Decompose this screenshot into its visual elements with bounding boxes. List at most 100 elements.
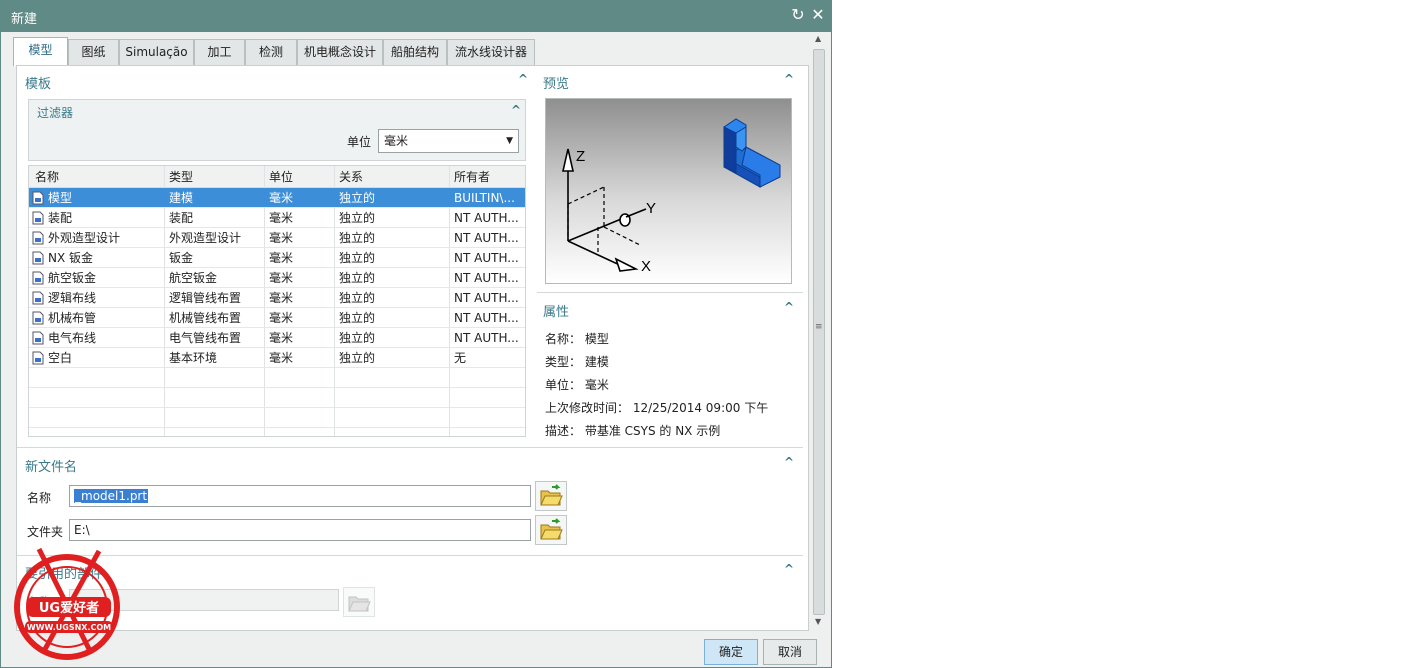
template-collapse-icon[interactable]: ^ [518,72,528,86]
tab-mechatronics[interactable]: 机电概念设计 [297,39,383,65]
title-bar: 新建 ↻ ✕ [1,1,831,32]
folder-icon [348,596,371,612]
reset-icon[interactable]: ↻ [789,5,807,25]
grip-icon: ≡ [815,322,823,332]
properties-section-title: 属性 [543,305,570,320]
property-modified: 上次修改时间： 12/25/2014 09:00 下午 [545,401,769,415]
cell-relation: 独立的 [339,311,376,325]
new-file-dialog: 新建 ↻ ✕ 模型 图纸 Simulação 加工 检测 机电概念设计 船舶结构… [0,0,832,668]
file-name-value: _model1.prt [74,489,149,503]
cell-unit: 毫米 [269,251,294,265]
table-row[interactable]: 外观造型设计 外观造型设计 毫米 独立的 NT AUTH... [29,228,525,248]
cell-name: 逻辑布线 [48,291,97,305]
assembly-icon [31,211,45,225]
tab-manufacturing[interactable]: 加工 [194,39,245,65]
table-row[interactable]: 空白 基本环境 毫米 独立的 无 [29,348,525,368]
cell-unit: 毫米 [269,191,294,205]
tab-line-designer[interactable]: 流水线设计器 [447,39,535,65]
table-header: 名称 类型 单位 关系 所有者 [29,166,525,188]
tab-ship-structure[interactable]: 船舶结构 [383,39,447,65]
properties-collapse-icon[interactable]: ^ [784,300,794,314]
cell-owner: 无 [454,351,467,365]
folder-value: E:\ [74,523,90,537]
cell-type: 装配 [169,211,194,225]
divider [17,555,803,556]
new-file-section-title: 新文件名 [25,460,78,475]
axis-x-label: X [641,258,651,275]
tab-inspection[interactable]: 检测 [245,39,297,65]
tab-simulation[interactable]: Simulação [119,39,194,65]
property-type: 类型： 建模 [545,355,609,369]
cell-relation: 独立的 [339,251,376,265]
browse-folder-button[interactable] [535,515,567,545]
unit-select-value: 毫米 [384,134,409,148]
filter-collapse-icon[interactable]: ^ [511,103,521,117]
model-block-icon [723,118,781,188]
cell-owner: NT AUTH... [454,211,519,225]
cell-type: 电气管线布置 [169,331,242,345]
cell-name: 机械布管 [48,311,97,325]
referenced-collapse-icon[interactable]: ^ [784,562,794,576]
empty-table-row [29,388,525,408]
cell-owner: BUILTIN\... [454,191,515,205]
col-relation-header[interactable]: 关系 [339,167,363,187]
col-name-header[interactable]: 名称 [35,167,59,187]
close-icon[interactable]: ✕ [809,5,827,25]
aero-sheet-metal-icon [31,271,45,285]
preview-collapse-icon[interactable]: ^ [784,72,794,86]
vertical-scrollbar[interactable]: ▲ ≡ ▼ [811,32,828,632]
cell-unit: 毫米 [269,331,294,345]
cancel-button[interactable]: 取消 [763,639,817,665]
cell-owner: NT AUTH... [454,271,519,285]
tab-model[interactable]: 模型 [13,37,68,66]
folder-label: 文件夹 [27,525,64,539]
logical-routing-icon [31,291,45,305]
cell-owner: NT AUTH... [454,291,519,305]
cell-name: 电气布线 [48,331,97,345]
table-row[interactable]: 航空钣金 航空钣金 毫米 独立的 NT AUTH... [29,268,525,288]
table-row[interactable]: NX 钣金 钣金 毫米 独立的 NT AUTH... [29,248,525,268]
tab-drawing[interactable]: 图纸 [68,39,119,65]
ugsnx-watermark-logo: UG爱好者 WWW.UGSNX.COM [14,547,120,660]
cell-type: 建模 [169,191,194,205]
ok-button[interactable]: 确定 [704,639,758,665]
cell-unit: 毫米 [269,291,294,305]
dialog-title: 新建 [11,12,38,27]
csys-preview-graphic: Z Y X [561,118,781,275]
preview-image: Z Y X [545,98,792,284]
cell-name: 外观造型设计 [48,231,121,245]
shape-studio-icon [31,231,45,245]
cell-relation: 独立的 [339,351,376,365]
col-owner-header[interactable]: 所有者 [454,167,490,187]
new-file-collapse-icon[interactable]: ^ [784,455,794,469]
blank-file-icon [31,351,45,365]
watermark-brand: UG爱好者 [39,600,99,616]
scroll-down-icon[interactable]: ▼ [815,617,821,626]
scroll-thumb[interactable]: ≡ [813,49,825,615]
cell-relation: 独立的 [339,231,376,245]
axis-y-label: Y [646,200,656,217]
unit-select[interactable]: 毫米 ▼ [378,129,519,153]
table-row[interactable]: 模型 建模 毫米 独立的 BUILTIN\... [29,188,525,208]
table-row[interactable]: 机械布管 机械管线布置 毫米 独立的 NT AUTH... [29,308,525,328]
cell-relation: 独立的 [339,211,376,225]
browse-name-button[interactable] [535,481,567,511]
cell-relation: 独立的 [339,271,376,285]
model-icon [31,191,45,205]
folder-input[interactable]: E:\ [69,519,531,541]
scroll-up-icon[interactable]: ▲ [815,34,821,43]
table-row[interactable]: 装配 装配 毫米 独立的 NT AUTH... [29,208,525,228]
filter-title: 过滤器 [37,106,74,120]
col-type-header[interactable]: 类型 [169,167,193,187]
col-unit-header[interactable]: 单位 [269,167,293,187]
property-description: 描述： 带基准 CSYS 的 NX 示例 [545,424,721,438]
file-name-label: 名称 [27,491,52,505]
file-name-input[interactable]: _model1.prt [69,485,531,507]
table-row[interactable]: 电气布线 电气管线布置 毫米 独立的 NT AUTH... [29,328,525,348]
cell-type: 逻辑管线布置 [169,291,242,305]
template-table: 名称 类型 单位 关系 所有者 模型 建模 毫米 独立的 BUILTIN\... 装配 装配… [28,165,526,437]
cell-unit: 毫米 [269,351,294,365]
unit-label: 单位 [347,135,372,149]
table-row[interactable]: 逻辑布线 逻辑管线布置 毫米 独立的 NT AUTH... [29,288,525,308]
cell-owner: NT AUTH... [454,251,519,265]
